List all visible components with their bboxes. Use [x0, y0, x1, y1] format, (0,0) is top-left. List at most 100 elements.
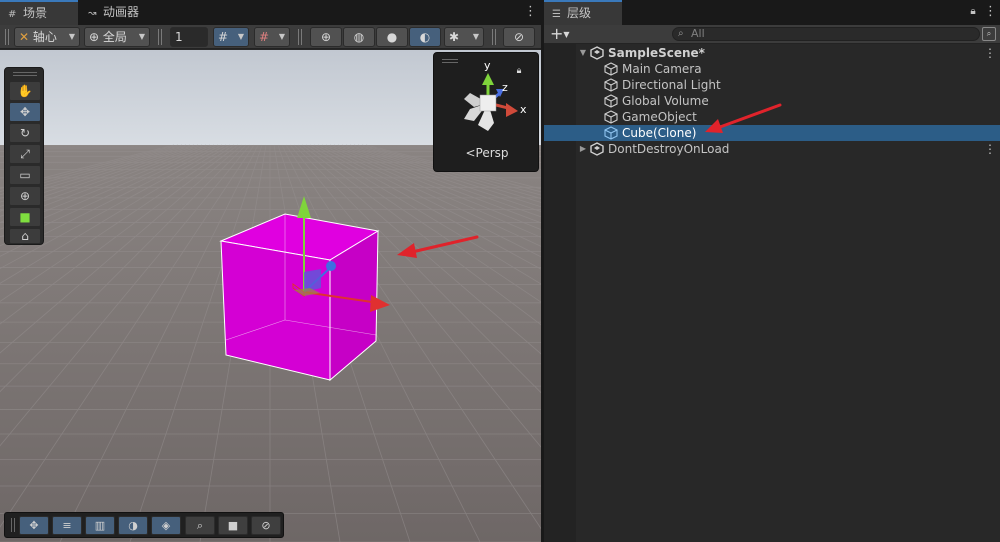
hierarchy-row-main-camera[interactable]: Main Camera: [544, 61, 1000, 77]
object-label: Cube(Clone): [622, 126, 697, 140]
chevron-down-icon: ▼: [472, 32, 479, 41]
gameobject-cube-icon: [604, 94, 618, 108]
y-axis-label: y: [484, 59, 491, 72]
navigation-overlay-button[interactable]: ⊘: [251, 516, 281, 535]
scene-visibility-toggle[interactable]: ⊘: [503, 27, 535, 47]
expanded-arrow-icon[interactable]: ▼: [578, 45, 588, 61]
toolbar-grip[interactable]: [158, 29, 162, 45]
scene-toolbar: ✕ 轴心 ▼ ⊕ 全局 ▼ 1 # ▼ # ▼ ⊕ ◍ ● ◐ ✱ ▼ ⊘: [0, 25, 541, 49]
layers-button[interactable]: ◈: [151, 516, 181, 535]
search-icon: ⌕: [678, 28, 684, 39]
unity-scene-icon: [590, 46, 604, 60]
snap-settings-icon: ≡: [62, 519, 72, 532]
scale-icon: ⤢: [20, 147, 30, 161]
grid-size-field[interactable]: 1: [170, 27, 208, 47]
tools-overlay: ✋ ✥ ↻ ⤢ ▭ ⊕ ■ ⌂: [4, 67, 44, 245]
scene-menu-icon[interactable]: ⋮: [524, 5, 537, 19]
hierarchy-panel: ☰ 层级 🔒︎ ⋮ +▼ ⌕ All ⌕ ▼ SampleScene* ⋮ Main…: [544, 0, 1000, 542]
grid-snap-toggle[interactable]: # ▼: [213, 27, 249, 47]
pivot-icon: ✕: [19, 30, 30, 44]
rotate-tool[interactable]: ↻: [9, 123, 41, 143]
scene-row-dontdestroyonload[interactable]: ▶ DontDestroyOnLoad ⋮: [544, 141, 1000, 157]
search-overlay-button[interactable]: ⌕: [185, 516, 215, 535]
lock-icon[interactable]: 🔒︎: [968, 5, 978, 19]
projection-toggle[interactable]: <Persp: [434, 146, 540, 164]
hierarchy-row-directional-light[interactable]: Directional Light: [544, 77, 1000, 93]
tab-scene[interactable]: # 场景: [0, 0, 78, 25]
custom-tool[interactable]: ■: [9, 207, 41, 227]
create-dropdown[interactable]: +▼: [550, 25, 570, 44]
chevron-down-icon: ▼: [563, 30, 570, 39]
hierarchy-row-cube-clone[interactable]: Cube(Clone): [544, 125, 1000, 141]
orientation-gizmo[interactable]: 🔒︎ y z x <Persp: [433, 52, 539, 172]
list-icon: ☰: [552, 9, 561, 20]
scene-row-samplescene[interactable]: ▼ SampleScene* ⋮: [544, 45, 1000, 61]
tab-hierarchy[interactable]: ☰ 层级: [544, 0, 622, 25]
green-cube-icon: ■: [19, 210, 31, 224]
gameobject-cube-icon: [604, 110, 618, 124]
move-tool[interactable]: ✥: [9, 102, 41, 122]
pivot-dropdown[interactable]: ✕ 轴心 ▼: [14, 27, 80, 47]
shading-button[interactable]: ◑: [118, 516, 148, 535]
move-overlay-button[interactable]: ✥: [19, 516, 49, 535]
lit-mode-button[interactable]: ◐: [409, 27, 441, 47]
transform-tool[interactable]: ⊕: [9, 186, 41, 206]
chevron-down-icon: ▼: [278, 32, 285, 41]
rect-tool[interactable]: ▭: [9, 165, 41, 185]
x-axis-label: x: [520, 103, 527, 116]
hierarchy-row-gameobject[interactable]: GameObject: [544, 109, 1000, 125]
search-icon: ⌕: [196, 519, 204, 532]
snap-settings-button[interactable]: ≡: [52, 516, 82, 535]
wireframe-mode-button[interactable]: ⊕: [310, 27, 342, 47]
chevron-down-icon: ▼: [68, 32, 75, 41]
shaded-mode-button[interactable]: ●: [376, 27, 408, 47]
layers-icon: ◈: [161, 519, 171, 532]
hierarchy-menu-icon[interactable]: ⋮: [984, 5, 997, 19]
globe-icon: ⊕: [89, 30, 100, 44]
move-icon: ✥: [29, 519, 39, 532]
hierarchy-search-field[interactable]: ⌕ All: [672, 27, 980, 41]
transform-icon: ⊕: [19, 189, 31, 203]
rect-icon: ▭: [19, 168, 31, 182]
animator-icon: ↝: [88, 8, 97, 19]
global-dropdown[interactable]: ⊕ 全局 ▼: [84, 27, 150, 47]
shaded-sphere-icon: ●: [386, 30, 398, 44]
tab-animator[interactable]: ↝ 动画器: [80, 0, 160, 25]
grid-snap-icon: ▥: [94, 519, 106, 532]
lit-sphere-icon: ◐: [419, 30, 431, 44]
z-axis-label: z: [502, 81, 508, 94]
hierarchy-row-global-volume[interactable]: Global Volume: [544, 93, 1000, 109]
overlay-grip[interactable]: [13, 72, 37, 76]
compass-icon: ⊘: [261, 519, 271, 532]
grid-icon: #: [8, 9, 17, 20]
scale-tool[interactable]: ⤢: [9, 144, 41, 164]
shading-icon: ◑: [128, 519, 138, 532]
row-menu-icon[interactable]: ⋮: [984, 141, 996, 157]
hand-tool[interactable]: ✋: [9, 81, 41, 101]
hand-icon: ✋: [17, 84, 33, 98]
unity-scene-icon: [590, 142, 604, 156]
chevron-down-icon: ▼: [237, 32, 244, 41]
grid-snap-icon: #: [218, 30, 229, 44]
perspective-icon: <: [465, 146, 476, 160]
collapsed-arrow-icon[interactable]: ▶: [578, 141, 588, 157]
cube-object[interactable]: [219, 213, 380, 382]
scene-tabbar: # 场景 ↝ 动画器 ⋮: [0, 0, 541, 25]
gameobject-cube-icon: [604, 78, 618, 92]
toolbar-grip[interactable]: [298, 29, 302, 45]
debug-draw-dropdown[interactable]: ✱ ▼: [444, 27, 484, 47]
overlay-grip[interactable]: [11, 518, 15, 532]
shaded-wireframe-mode-button[interactable]: ◍: [343, 27, 375, 47]
camera-overlay-button[interactable]: ■: [218, 516, 248, 535]
scene-label: SampleScene*: [608, 46, 705, 60]
component-tool[interactable]: ⌂: [9, 228, 41, 244]
hierarchy-toolbar: +▼ ⌕ All ⌕: [544, 25, 1000, 44]
toolbar-grip[interactable]: [5, 29, 9, 45]
object-label: Main Camera: [622, 62, 702, 76]
toolbar-grip[interactable]: [492, 29, 496, 45]
grid-snap-button[interactable]: ▥: [85, 516, 115, 535]
increment-snap-toggle[interactable]: # ▼: [254, 27, 290, 47]
search-by-type-icon[interactable]: ⌕: [982, 27, 996, 41]
row-menu-icon[interactable]: ⋮: [984, 45, 996, 61]
visibility-off-icon: ⊘: [513, 30, 525, 44]
